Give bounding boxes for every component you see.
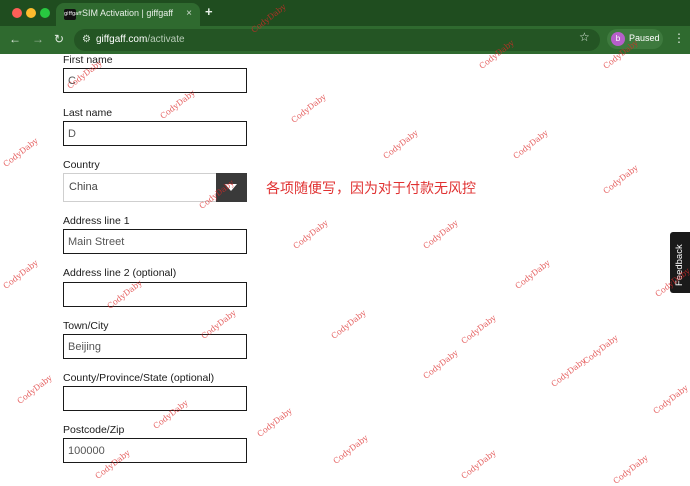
- address-line-1-field[interactable]: [63, 229, 247, 254]
- profile-button[interactable]: b Paused: [607, 29, 663, 49]
- profile-status-label: Paused: [629, 33, 660, 43]
- minimize-window-button[interactable]: [26, 8, 36, 18]
- annotation-note: 各项随便写，因为对于付款无风控: [266, 181, 476, 197]
- county-province-state-field[interactable]: [63, 386, 247, 411]
- bookmark-star-icon[interactable]: ☆: [579, 30, 590, 44]
- tab-close-icon[interactable]: ×: [186, 7, 192, 21]
- town-city-field[interactable]: [63, 334, 247, 359]
- first-name-label: First name: [63, 54, 113, 66]
- reload-icon[interactable]: ↻: [54, 32, 64, 46]
- country-selected-value: China: [69, 181, 98, 193]
- postcode-label: Postcode/Zip: [63, 424, 125, 436]
- feedback-tab[interactable]: Feedback: [670, 232, 690, 293]
- maximize-window-button[interactable]: [40, 8, 50, 18]
- forward-arrow-icon[interactable]: →: [32, 32, 44, 46]
- tab-title: SIM Activation | giffgaff: [82, 8, 174, 18]
- chevron-down-icon: [225, 184, 237, 191]
- url-text: giffgaff.com/activate: [96, 34, 185, 45]
- more-menu-icon[interactable]: ⋮: [673, 31, 685, 45]
- postcode-field[interactable]: [63, 438, 247, 463]
- country-dropdown-button[interactable]: [216, 173, 247, 202]
- address-line-1-label: Address line 1: [63, 215, 130, 227]
- country-label: Country: [63, 159, 100, 171]
- avatar: b: [611, 32, 625, 46]
- town-city-label: Town/City: [63, 320, 109, 332]
- address-line-2-field[interactable]: [63, 282, 247, 307]
- feedback-label: Feedback: [674, 244, 685, 286]
- address-line-2-label: Address line 2 (optional): [63, 267, 177, 279]
- activation-page: First name Last name Country China Addre…: [0, 54, 690, 474]
- browser-chrome: giffgaff SIM Activation | giffgaff × + ←…: [0, 0, 690, 54]
- new-tab-button[interactable]: +: [205, 5, 213, 19]
- first-name-field[interactable]: [63, 68, 247, 93]
- country-select[interactable]: China: [63, 173, 247, 202]
- county-province-state-label: County/Province/State (optional): [63, 372, 215, 384]
- last-name-label: Last name: [63, 107, 113, 119]
- back-arrow-icon[interactable]: ←: [9, 32, 21, 46]
- last-name-field[interactable]: [63, 121, 247, 146]
- tab-bar: giffgaff SIM Activation | giffgaff × +: [0, 0, 690, 26]
- giffgaff-favicon-icon: giffgaff: [64, 9, 82, 20]
- site-info-icon[interactable]: ⚙: [82, 34, 91, 46]
- tab-sim-activation[interactable]: giffgaff SIM Activation | giffgaff ×: [56, 3, 200, 26]
- close-window-button[interactable]: [12, 8, 22, 18]
- address-bar[interactable]: ⚙ giffgaff.com/activate: [74, 29, 600, 51]
